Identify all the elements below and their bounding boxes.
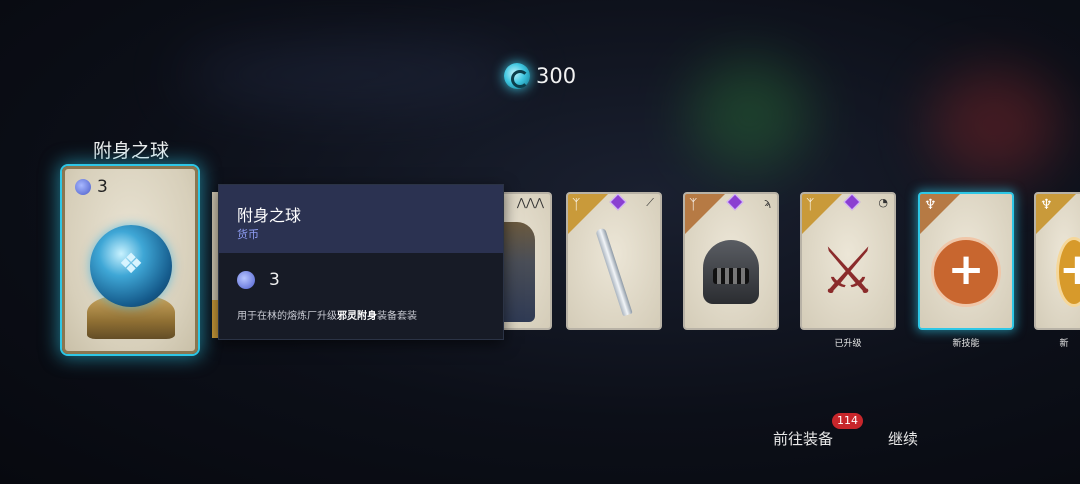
currency-display: 300 [504, 63, 576, 89]
rune-icon: ᛉ [806, 197, 815, 213]
continue-button[interactable]: 继续 [888, 428, 918, 449]
orb-count-icon [237, 271, 255, 289]
double-axe-image: ⚔ [819, 235, 877, 309]
item-card-sword[interactable]: ᛉ ⟋ [566, 192, 662, 330]
tooltip-title: 附身之球 [237, 206, 302, 225]
background-blur [930, 70, 1060, 180]
item-tooltip: 附身之球 货币 3 用于在林的熔炼厂升级邪灵附身装备套装 [218, 184, 504, 340]
notification-badge: 114 [832, 413, 863, 429]
rune-icon: ᛉ [689, 197, 698, 213]
tooltip-header: 附身之球 货币 [219, 185, 503, 253]
purple-gem-icon [609, 194, 627, 211]
tooltip-amount: 3 [269, 270, 280, 290]
spirit-coin-icon [504, 63, 530, 89]
claw-type-icon: ⋀⋀⋀ [516, 196, 544, 209]
item-count: 3 [97, 177, 108, 197]
rune-icon: ᛉ [572, 197, 581, 213]
tooltip-description: 用于在林的熔炼厂升级邪灵附身装备套装 [237, 307, 417, 322]
item-card-skill[interactable]: ♆ [1034, 192, 1080, 330]
helmet-image [703, 240, 759, 304]
skill-tree-icon: ♆ [1040, 197, 1053, 213]
orb-emblem-icon: ❖ [118, 247, 144, 280]
sword-image [595, 227, 633, 317]
skill-icon [1056, 237, 1080, 307]
blade-type-icon: ⟋ [646, 196, 654, 209]
goto-equipment-button[interactable]: 前往装备 [773, 428, 833, 449]
item-card-helmet[interactable]: ᛉ ϡ [683, 192, 779, 330]
orb-count-icon [75, 179, 91, 195]
background-blur [690, 60, 810, 170]
card-status-label: 已升级 [834, 339, 862, 349]
card-status-label: 新 [1059, 339, 1069, 349]
selected-item-name: 附身之球 [92, 140, 169, 162]
hook-type-icon: ϡ [764, 196, 771, 209]
background-blur [180, 40, 520, 110]
item-card-axes[interactable]: ᛉ ◔ ⚔ [800, 192, 896, 330]
card-status-label: 新技能 [952, 339, 980, 349]
item-card-skill[interactable]: ♆ [918, 192, 1014, 330]
selected-item-card[interactable]: 3 ❖ [62, 166, 198, 354]
currency-value: 300 [536, 64, 577, 88]
skill-tree-icon: ♆ [924, 197, 937, 213]
desc-highlight: 邪灵附身 [337, 311, 377, 322]
desc-text: 装备套装 [377, 311, 417, 322]
skill-heal-icon [931, 237, 1001, 307]
tooltip-item-kind: 货币 [237, 228, 259, 241]
swirl-type-icon: ◔ [878, 196, 888, 209]
purple-gem-icon [726, 194, 744, 211]
desc-text: 用于在林的熔炼厂升级 [237, 311, 337, 322]
purple-gem-icon [843, 194, 861, 211]
